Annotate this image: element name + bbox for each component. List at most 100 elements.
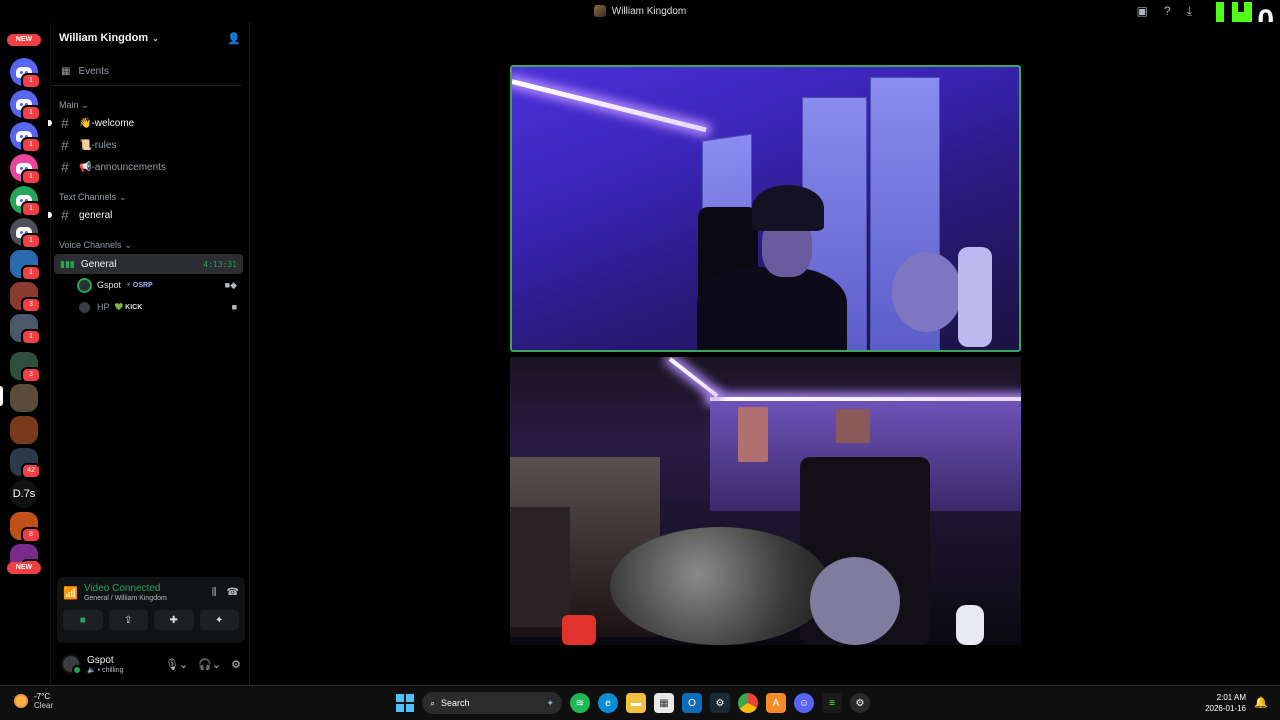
video-icon: ■◆	[224, 279, 237, 290]
copilot-icon: ✦	[546, 697, 554, 708]
calendar-icon: ▦	[61, 66, 71, 77]
noise-suppression-icon[interactable]: ⫼	[212, 587, 217, 598]
bottle	[958, 247, 992, 347]
title-bar: William Kingdom ▣ ? ⤓	[0, 0, 1280, 22]
title-bar-actions: ▣ ? ⤓	[1137, 4, 1192, 18]
steam-icon[interactable]: ⚙	[710, 693, 730, 713]
app-icon[interactable]: A	[766, 693, 786, 713]
video-tile-gspot[interactable]	[510, 65, 1021, 352]
windows-start-icon[interactable]	[396, 694, 414, 712]
server-icon[interactable]: 3	[10, 282, 41, 313]
server-icon[interactable]: 1	[10, 314, 41, 345]
server-label: D.7s	[12, 488, 36, 500]
voice-channel-name: General	[80, 258, 117, 270]
speaker-icon: ▮▮▮	[60, 258, 75, 269]
video-icon: ■	[231, 302, 237, 312]
voice-user[interactable]: Gspot ⚡ OSRP ■◆	[51, 274, 249, 296]
server-icon[interactable]: 1	[10, 154, 41, 185]
discord-icon[interactable]: ☺	[794, 693, 814, 713]
microphone-icon[interactable]: 🎙⌄	[165, 658, 188, 671]
avatar[interactable]	[61, 654, 82, 675]
channel-name: general	[79, 209, 113, 221]
user-tag: ⚡ OSRP	[126, 282, 153, 289]
server-icon[interactable]	[10, 384, 38, 412]
screen-share-button[interactable]: ⇪	[108, 610, 148, 630]
inbox-icon[interactable]: ▣	[1137, 4, 1148, 18]
user-panel: Gspot 🔈 • chilling 🎙⌄ 🎧⌄ ⚙	[57, 647, 245, 681]
download-icon[interactable]: ⤓	[1187, 4, 1192, 18]
chevron-down-icon: ⌄	[119, 191, 127, 202]
channel-name: 📢-announcements	[79, 161, 166, 173]
weather-temp: -7°C	[34, 692, 51, 701]
store-icon[interactable]: ▦	[654, 693, 674, 713]
headphones-icon[interactable]: 🎧⌄	[198, 658, 221, 671]
activities-button[interactable]: ✚	[154, 610, 194, 630]
white-object	[956, 605, 984, 645]
server-icon[interactable]: 1	[10, 250, 41, 281]
events-item[interactable]: ▦ Events	[51, 58, 241, 86]
server-icon[interactable]: 1	[10, 90, 41, 121]
server-icon[interactable]: 1	[10, 122, 41, 153]
pc-case	[510, 507, 570, 627]
search-input[interactable]: ⌕ Search ✦	[422, 692, 562, 714]
unread-indicator	[48, 212, 52, 218]
led-strip	[668, 357, 719, 398]
server-icon[interactable]: 8	[10, 512, 41, 543]
category-main[interactable]: Main ⌄	[51, 98, 249, 112]
poster	[836, 409, 870, 443]
channel-rules[interactable]: # 📜-rules	[51, 134, 249, 156]
notification-bell-icon[interactable]: 🔔	[1254, 696, 1268, 709]
channel-announcements[interactable]: # 📢-announcements	[51, 156, 249, 178]
new-servers-pill[interactable]: NEW	[7, 562, 41, 574]
voice-user[interactable]: HP 💚 KICK ■	[51, 296, 249, 318]
server-icon[interactable]: D.7s	[10, 480, 38, 508]
server-icon[interactable]: 1	[10, 186, 41, 217]
new-servers-pill[interactable]: NEW	[7, 34, 41, 46]
mention-badge: 8	[21, 527, 41, 543]
server-icon[interactable]: 1	[10, 218, 41, 249]
server-icon[interactable]: 1	[10, 58, 41, 89]
cap	[752, 185, 824, 231]
help-icon[interactable]: ?	[1164, 4, 1171, 18]
poster	[738, 407, 768, 462]
voice-location[interactable]: General / William Kingdom	[84, 595, 167, 602]
category-voice-channels[interactable]: Voice Channels ⌄	[51, 238, 249, 252]
red-object	[562, 615, 596, 645]
server-rail: NEW111111131342D.7s826NEW	[0, 22, 50, 685]
mention-badge: 1	[21, 169, 41, 185]
clock-time: 2:01 AM	[1216, 693, 1246, 702]
file-explorer-icon[interactable]: ▬	[626, 693, 646, 713]
terminal-icon[interactable]: ≡	[822, 693, 842, 713]
voice-channel-general[interactable]: ▮▮▮ General 4:13:31	[54, 254, 243, 274]
events-label: Events	[78, 66, 110, 77]
system-clock[interactable]: 2:01 AM 2026-01-16	[1205, 692, 1246, 714]
chrome-icon[interactable]	[738, 693, 758, 713]
outlook-icon[interactable]: O	[682, 693, 702, 713]
weather-icon	[14, 694, 28, 708]
video-tile-hp[interactable]	[510, 357, 1021, 645]
camera-button[interactable]: ■	[63, 610, 103, 630]
soundboard-button[interactable]: ✦	[199, 610, 239, 630]
server-icon[interactable]: 3	[10, 352, 41, 383]
unread-indicator	[48, 120, 52, 126]
disconnect-icon[interactable]: ☎	[227, 587, 239, 598]
category-text-channels[interactable]: Text Channels ⌄	[51, 190, 249, 204]
search-placeholder: Search	[441, 698, 470, 708]
server-header[interactable]: William Kingdom ⌄ 👤	[51, 22, 249, 54]
server-icon[interactable]: 42	[10, 448, 41, 479]
invite-people-icon[interactable]: 👤	[227, 32, 241, 45]
settings-icon[interactable]: ⚙	[850, 693, 870, 713]
taskbar-apps: ⌕ Search ✦ ≋ e ▬ ▦ O ⚙ A ☺ ≡ ⚙	[396, 692, 870, 714]
server-icon[interactable]	[10, 416, 38, 444]
user-status: 🔈 • chilling	[87, 666, 124, 674]
blurred-person	[610, 527, 830, 645]
window-title-text: William Kingdom	[611, 5, 687, 17]
edge-icon[interactable]: e	[598, 693, 618, 713]
chevron-down-icon: ⌄	[152, 33, 159, 43]
channel-welcome[interactable]: # 👋-welcome	[48, 112, 249, 134]
spotify-icon[interactable]: ≋	[570, 693, 590, 713]
gear-icon[interactable]: ⚙	[231, 658, 241, 671]
weather-widget[interactable]: -7°C Clear	[14, 692, 53, 710]
avatar	[77, 277, 92, 293]
channel-general[interactable]: # general	[48, 204, 249, 226]
